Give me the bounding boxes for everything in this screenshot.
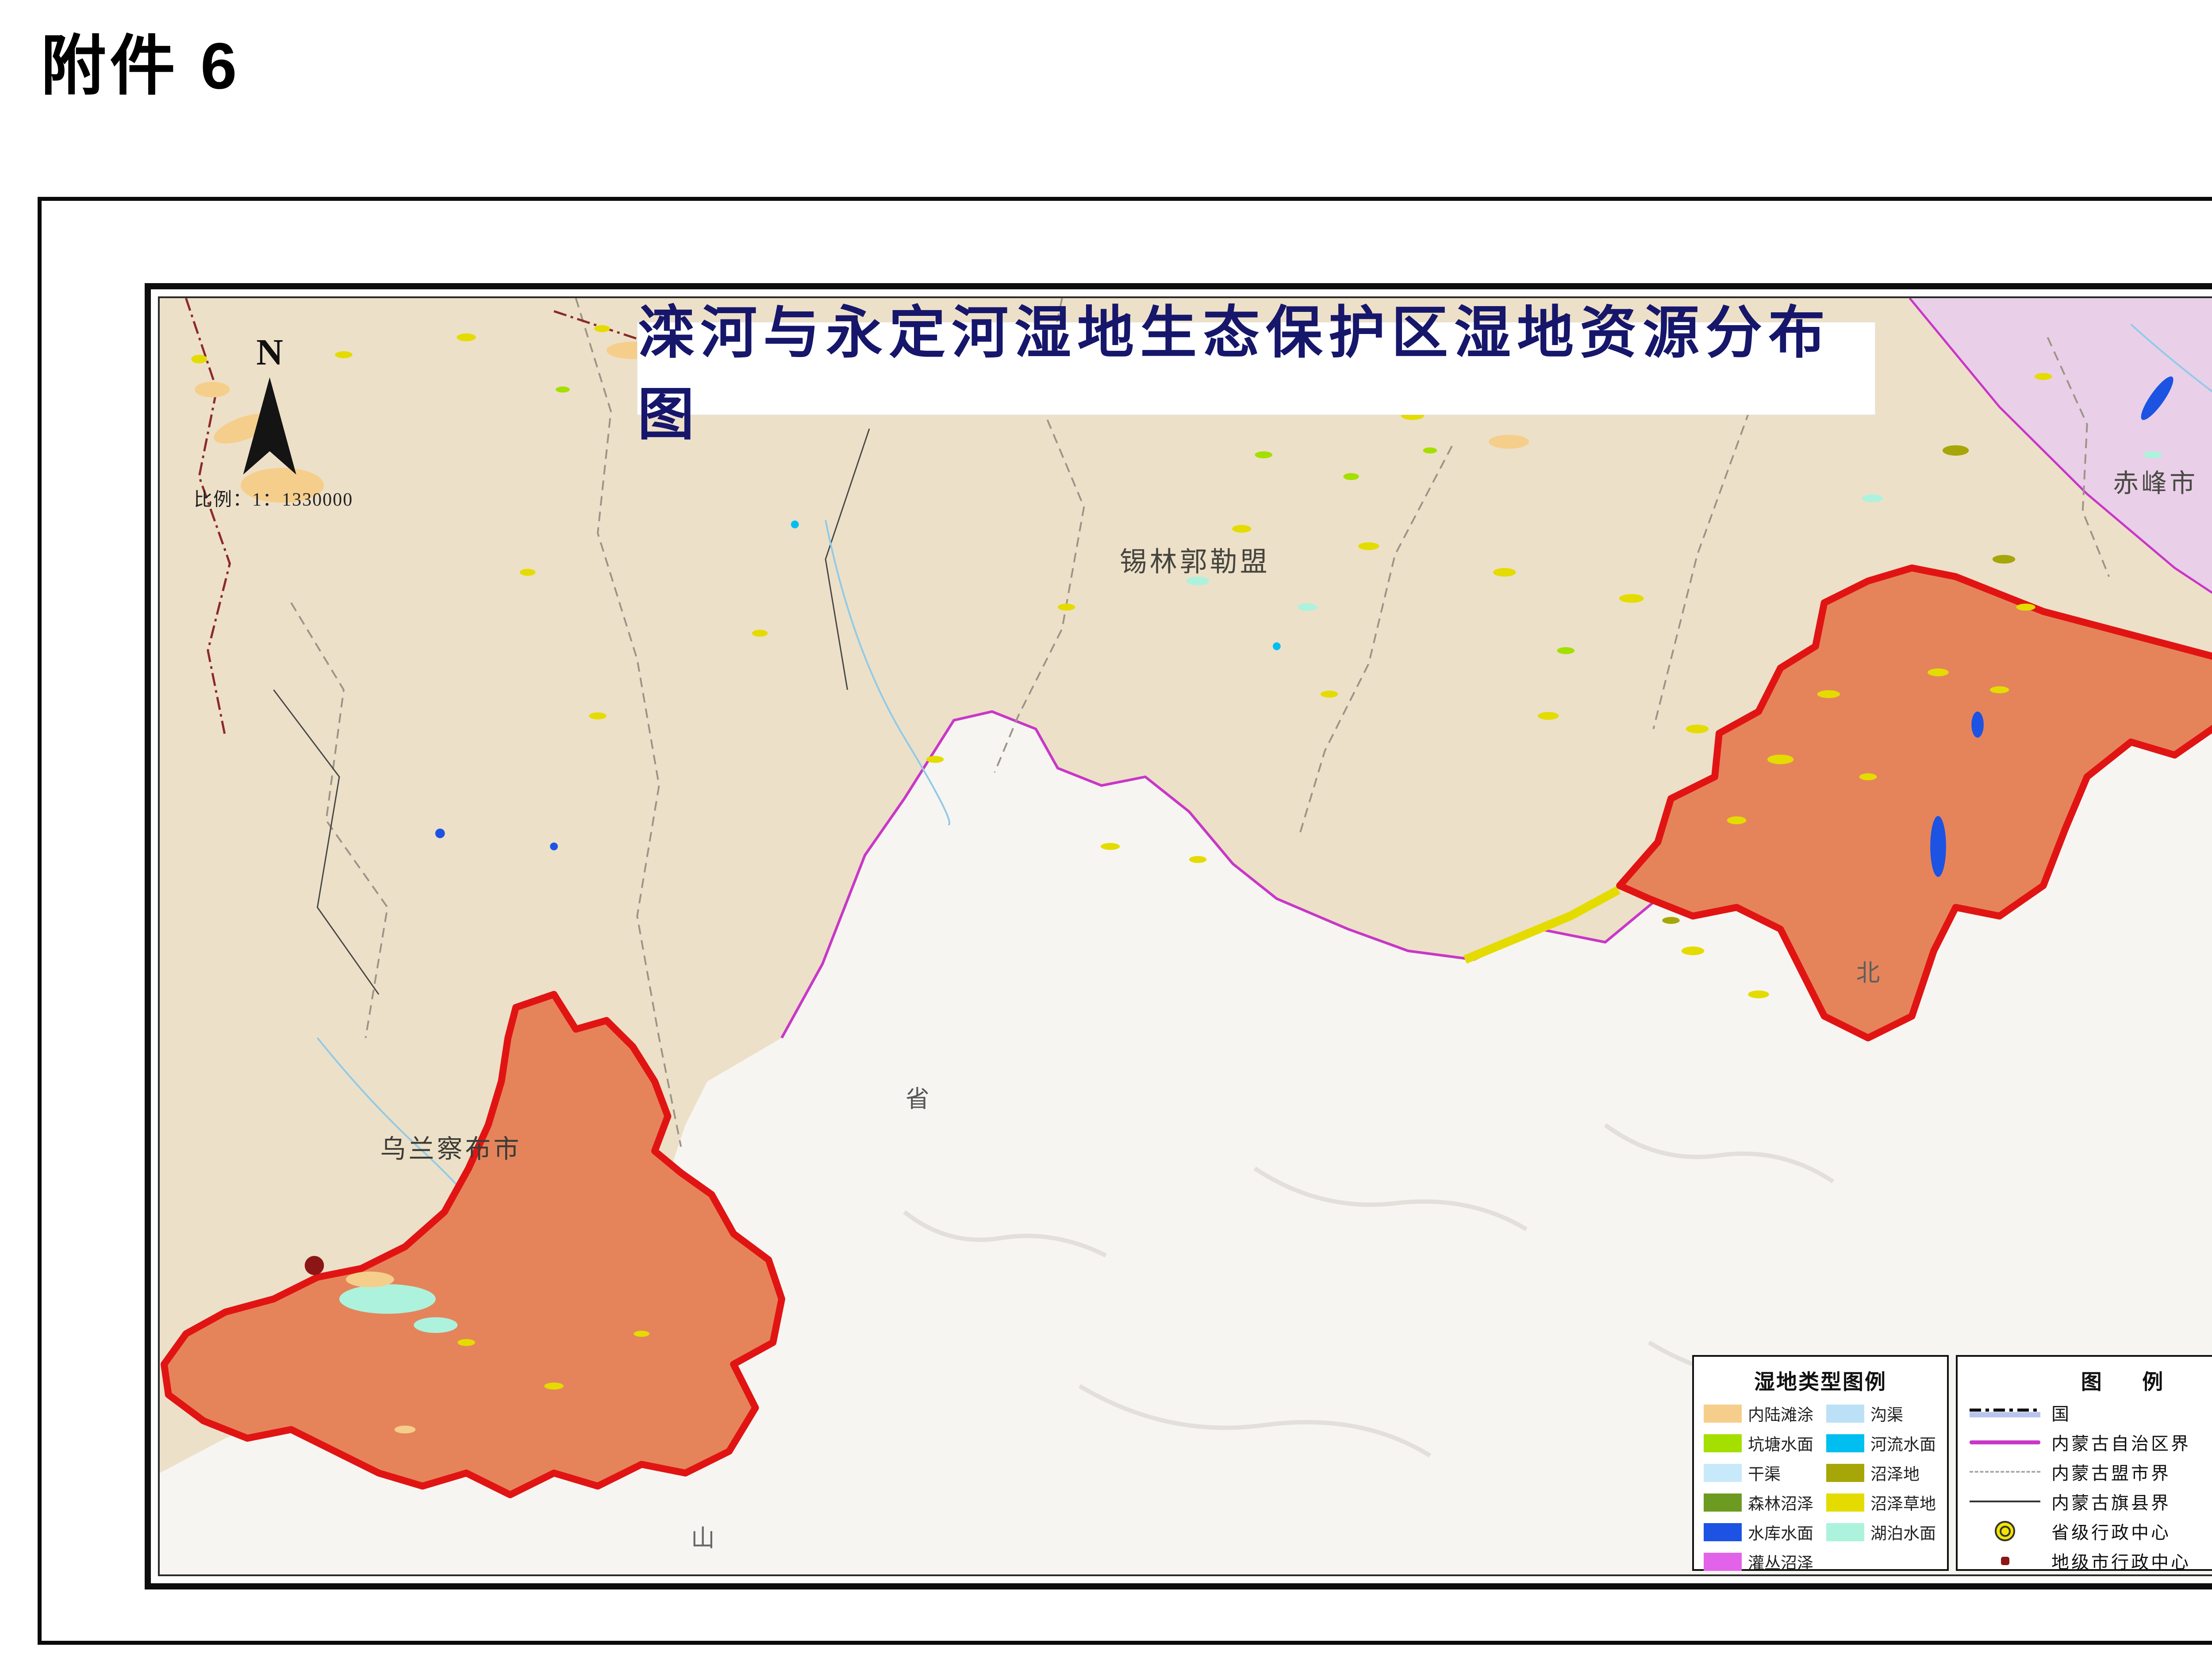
document-page: { "page": { "attachment_label": "附件 6" }… [0, 0, 2212, 1666]
legend-swatch [1704, 1553, 1742, 1571]
legend-label: 湖泊水面 [1870, 1520, 1936, 1544]
map-label-xilingol: 锡林郭勒盟 [1120, 539, 1270, 579]
map-title: 滦河与永定河湿地生态保护区湿地资源分布图 [637, 322, 1875, 415]
scale-text: 比例：1：1330000 [194, 484, 353, 511]
legend-label: 坑塘水面 [1748, 1431, 1813, 1455]
legend-label: 地级市行政中心 [2051, 1548, 2212, 1574]
legend-swatch [1826, 1464, 1864, 1482]
legend-item: 坑塘水面 [1704, 1431, 1815, 1455]
legend-label: 水库水面 [1748, 1520, 1813, 1544]
province-capital-icon [1995, 1521, 2015, 1541]
league-boundary-icon [1970, 1471, 2040, 1473]
wetland-legend-title: 湿地类型图例 [1704, 1365, 1937, 1395]
north-arrow-icon [243, 377, 296, 475]
legend-item: 地级市行政中心 [1967, 1550, 2212, 1572]
legend-item: 内蒙古盟市界 [1967, 1461, 2212, 1483]
legend-item: 内蒙古旗县界 [1967, 1490, 2212, 1512]
map-label-bei: 北 [1856, 953, 1883, 988]
legend-label: 沼泽地 [1870, 1461, 1920, 1485]
legend-item: 灌丛沼泽 [1704, 1550, 1815, 1574]
north-arrow: N [237, 334, 303, 475]
map-legend-title: 图 例 [1967, 1365, 2212, 1395]
wetland-legend: 湿地类型图例 内陆滩涂坑塘水面干渠森林沼泽水库水面灌丛沼泽沟渠河流水面沼泽地沼泽… [1692, 1355, 1949, 1571]
legend-swatch [1704, 1523, 1742, 1541]
wetland-legend-items: 内陆滩涂坑塘水面干渠森林沼泽水库水面灌丛沼泽沟渠河流水面沼泽地沼泽草地湖泊水面 [1704, 1401, 1937, 1574]
legend-swatch [1826, 1523, 1864, 1541]
legend-label: 内蒙古旗县界 [2051, 1489, 2212, 1514]
legend-swatch [1704, 1434, 1742, 1452]
legend-label: 国界 [2051, 1400, 2212, 1425]
legend-swatch [1704, 1464, 1742, 1482]
legend-item: 沼泽草地 [1826, 1490, 1937, 1514]
city-marker [305, 1256, 324, 1275]
legend-item: 内蒙古自治区界 [1967, 1431, 2212, 1453]
legend-label: 森林沼泽 [1748, 1490, 1813, 1514]
legend-item: 森林沼泽 [1704, 1490, 1815, 1514]
legend-swatch [1704, 1493, 1742, 1512]
legend-swatch [1826, 1405, 1864, 1423]
wetland-legend-column: 沟渠河流水面沼泽地沼泽草地湖泊水面 [1826, 1401, 1937, 1574]
attachment-label: 附件 6 [41, 12, 240, 107]
legend-item: 省级行政中心 [1967, 1520, 2212, 1542]
map-label-ulanqab: 乌兰察布市 [380, 1128, 522, 1165]
legend-label: 灌丛沼泽 [1748, 1550, 1813, 1574]
legend-item: 内陆滩涂 [1704, 1401, 1815, 1425]
legend-swatch [1826, 1493, 1864, 1512]
legend-label: 沼泽草地 [1870, 1490, 1936, 1514]
legend-item: 国界 [1967, 1401, 2212, 1424]
map-legend: 图 例 国界内蒙古自治区界内蒙古盟市界内蒙古旗县界省级行政中心地级市行政中心 [1956, 1355, 2212, 1571]
legend-item: 河流水面 [1826, 1431, 1937, 1455]
north-label: N [237, 334, 303, 371]
map-label-chifeng: 赤峰市 [2113, 462, 2198, 499]
city-capital-icon [2001, 1557, 2009, 1565]
legend-swatch [1826, 1434, 1864, 1452]
national-boundary-icon [1970, 1407, 2040, 1418]
region-boundary-icon [1970, 1440, 2040, 1444]
map-legend-items: 国界内蒙古自治区界内蒙古盟市界内蒙古旗县界省级行政中心地级市行政中心 [1967, 1401, 2212, 1572]
legend-item: 水库水面 [1704, 1520, 1815, 1544]
legend-label: 内蒙古自治区界 [2051, 1429, 2212, 1455]
legend-label: 内蒙古盟市界 [2051, 1459, 2212, 1485]
legend-label: 内陆滩涂 [1748, 1401, 1813, 1425]
legend-item: 沟渠 [1826, 1401, 1937, 1425]
legend-label: 省级行政中心 [2051, 1518, 2212, 1544]
legend-label: 干渠 [1748, 1461, 1781, 1485]
map-label-sheng: 省 [906, 1079, 932, 1114]
legend-item: 湖泊水面 [1826, 1520, 1937, 1544]
legend-label: 沟渠 [1870, 1401, 1903, 1425]
map-canvas: 滦河与永定河湿地生态保护区湿地资源分布图 N 比例：1：1330000 锡林郭勒… [158, 296, 2212, 1576]
wetland-legend-column: 内陆滩涂坑塘水面干渠森林沼泽水库水面灌丛沼泽 [1704, 1401, 1815, 1574]
county-boundary-icon [1970, 1501, 2040, 1502]
legend-item: 沼泽地 [1826, 1461, 1937, 1485]
legend-swatch [1704, 1405, 1742, 1423]
legend-label: 河流水面 [1870, 1431, 1936, 1455]
legend-item: 干渠 [1704, 1461, 1815, 1485]
map-label-shan: 山 [691, 1519, 718, 1554]
map-frame: 滦河与永定河湿地生态保护区湿地资源分布图 N 比例：1：1330000 锡林郭勒… [145, 283, 2212, 1589]
